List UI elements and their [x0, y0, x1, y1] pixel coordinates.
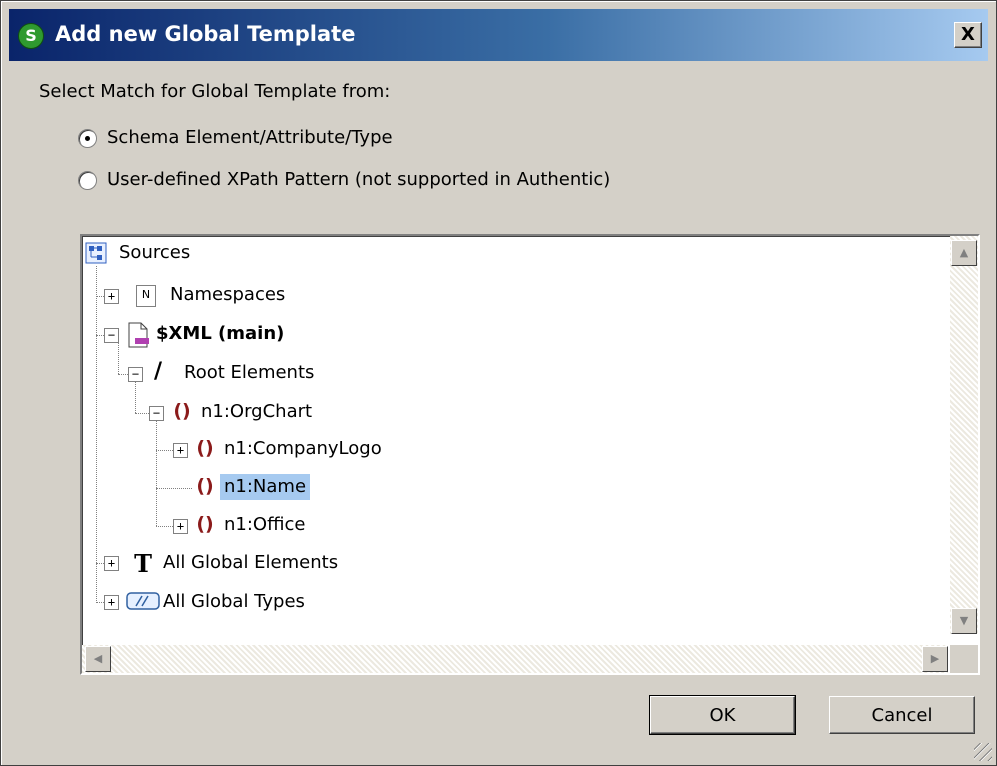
expand-icon[interactable]: +: [173, 443, 188, 458]
scroll-up-icon[interactable]: ▲: [951, 240, 977, 266]
scrollbar-corner: [950, 645, 978, 673]
cancel-button[interactable]: Cancel: [829, 696, 975, 734]
sources-icon: [85, 242, 107, 264]
tree-connector: [156, 421, 157, 526]
expand-icon[interactable]: +: [104, 556, 119, 571]
expand-icon[interactable]: +: [173, 519, 188, 534]
ok-button[interactable]: OK: [649, 695, 796, 735]
collapse-icon[interactable]: −: [104, 328, 119, 343]
namespace-icon: N: [136, 285, 156, 307]
element-icon: (): [196, 437, 214, 459]
source-tree[interactable]: Sources + N Namespaces − $XML (main) − /…: [80, 234, 980, 675]
tree-connector: [96, 563, 104, 564]
expand-icon[interactable]: +: [104, 595, 119, 610]
global-types-icon: [126, 591, 160, 611]
expand-icon[interactable]: +: [104, 289, 119, 304]
tree-node-orgchart[interactable]: n1:OrgChart: [201, 399, 312, 425]
add-global-template-dialog: S Add new Global Template X Select Match…: [0, 0, 997, 766]
tree-connector: [118, 374, 128, 375]
document-icon: [126, 322, 150, 348]
tree-connector: [96, 296, 104, 297]
tree-connector: [135, 382, 136, 413]
tree-node-sources[interactable]: Sources: [119, 240, 190, 266]
tree-connector: [96, 266, 97, 603]
collapse-icon[interactable]: −: [128, 367, 143, 382]
element-icon: (): [196, 513, 214, 535]
tree-connector: [118, 343, 119, 374]
tree-node-namespaces[interactable]: Namespaces: [170, 282, 285, 308]
tree-node-xml-main[interactable]: $XML (main): [156, 321, 284, 347]
resize-grip-icon[interactable]: [974, 743, 992, 761]
tree-node-root-elements[interactable]: Root Elements: [184, 360, 314, 386]
tree-node-all-global-types[interactable]: All Global Types: [163, 589, 305, 615]
type-t-icon: T: [134, 549, 152, 578]
tree-node-name[interactable]: n1:Name: [220, 474, 311, 500]
tree-node-all-global-elements[interactable]: All Global Elements: [163, 550, 338, 576]
tree-node-office[interactable]: n1:Office: [224, 512, 305, 538]
collapse-icon[interactable]: −: [149, 406, 164, 421]
schema-element-radio[interactable]: [78, 129, 97, 148]
scroll-right-icon[interactable]: ▶: [922, 646, 948, 672]
tree-connector: [96, 335, 104, 336]
element-icon: (): [196, 475, 214, 497]
dialog-title: Add new Global Template: [55, 22, 356, 46]
tree-connector: [156, 450, 173, 451]
tree-connector: [156, 526, 173, 527]
schema-element-radio-label[interactable]: Schema Element/Attribute/Type: [107, 127, 393, 148]
xpath-pattern-radio-label[interactable]: User-defined XPath Pattern (not supporte…: [107, 169, 610, 190]
xpath-pattern-radio[interactable]: [78, 171, 97, 190]
horizontal-scrollbar[interactable]: ◀ ▶: [82, 645, 948, 673]
tree-connector: [96, 602, 104, 603]
tree-connector: [135, 413, 149, 414]
tree-node-companylogo[interactable]: n1:CompanyLogo: [224, 436, 382, 462]
vertical-scrollbar[interactable]: ▲ ▼: [950, 236, 978, 634]
element-icon: (): [173, 400, 191, 422]
title-bar[interactable]: S Add new Global Template X: [9, 9, 988, 61]
app-logo-icon: S: [18, 23, 44, 49]
scroll-left-icon[interactable]: ◀: [85, 646, 111, 672]
scroll-down-icon[interactable]: ▼: [951, 608, 977, 634]
prompt-label: Select Match for Global Template from:: [39, 81, 391, 102]
close-button[interactable]: X: [954, 22, 982, 48]
tree-connector: [156, 488, 192, 489]
slash-icon: /: [153, 359, 163, 384]
